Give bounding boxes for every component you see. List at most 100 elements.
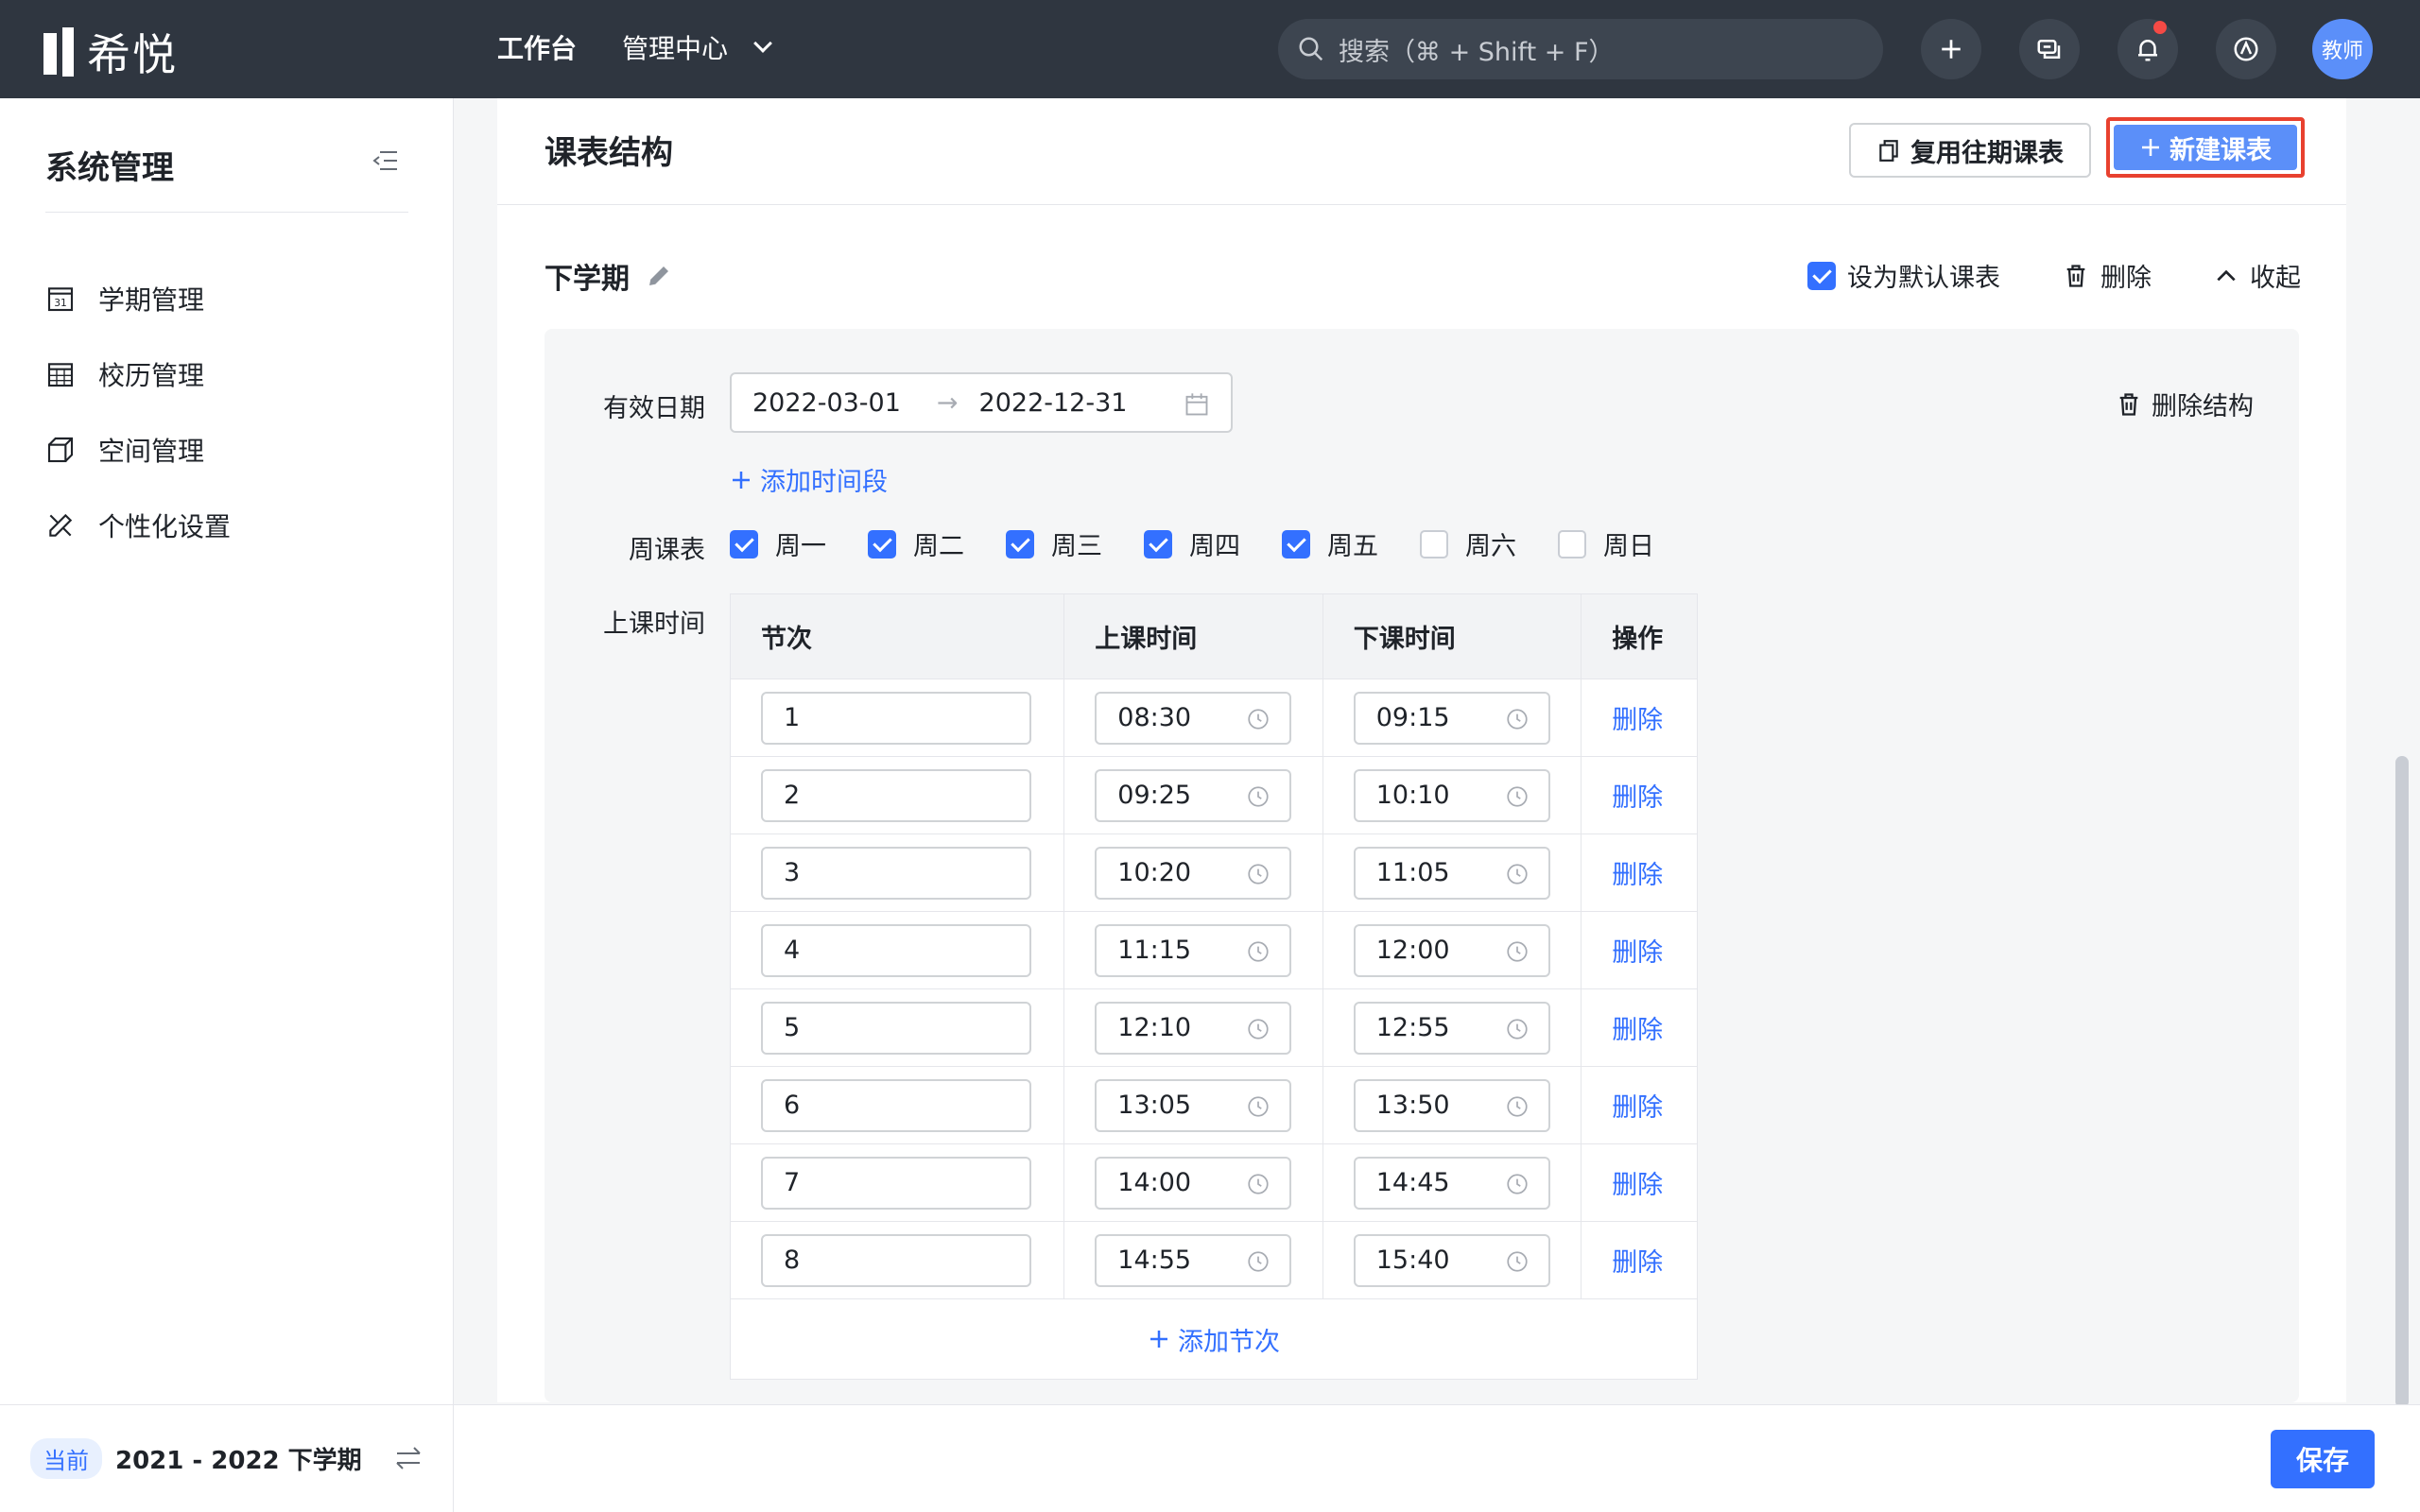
bell-icon: [2138, 40, 2157, 61]
sidebar-item-calendar[interactable]: 校历管理: [45, 336, 231, 412]
plus-icon: [733, 471, 750, 489]
clock-icon: [1248, 708, 1269, 730]
main-scrollbar[interactable]: [2395, 756, 2409, 1408]
add-period-button[interactable]: 添加时间段: [730, 461, 888, 498]
start-time-input[interactable]: 14:55: [1095, 1233, 1292, 1287]
period-number-input[interactable]: 4: [761, 923, 1031, 977]
collapse-sidebar-icon[interactable]: [372, 149, 399, 172]
period-number-input[interactable]: 7: [761, 1156, 1031, 1210]
weekday-mon[interactable]: 周一: [730, 525, 826, 562]
weekday-checkbox[interactable]: [1282, 529, 1310, 558]
start-time-input[interactable]: 08:30: [1095, 691, 1292, 745]
period-number-input[interactable]: 5: [761, 1001, 1031, 1055]
end-time-value: 11:05: [1375, 858, 1450, 887]
period-number: 6: [784, 1091, 801, 1120]
avatar[interactable]: 教师: [2312, 19, 2373, 79]
calendar-grid-icon: [47, 363, 74, 387]
delete-section-button[interactable]: 删除: [2063, 257, 2152, 294]
end-time-input[interactable]: 10:10: [1353, 768, 1550, 822]
delete-row-button[interactable]: 删除: [1612, 699, 1663, 736]
start-time-input[interactable]: 13:05: [1095, 1078, 1292, 1132]
set-default-toggle[interactable]: 设为默认课表: [1807, 257, 2000, 294]
nav-admin-center[interactable]: 管理中心: [622, 28, 772, 66]
sidebar-item-space[interactable]: 空间管理: [45, 412, 231, 488]
end-time-input[interactable]: 12:00: [1353, 923, 1550, 977]
current-tag: 当前: [30, 1438, 102, 1479]
weekday-checkbox[interactable]: [1144, 529, 1172, 558]
end-time-value: 10:10: [1375, 781, 1450, 810]
set-default-checkbox[interactable]: [1807, 261, 1836, 290]
add-period-row-button[interactable]: 添加节次: [1148, 1321, 1280, 1358]
weekday-checkbox[interactable]: [1558, 529, 1586, 558]
search-input[interactable]: 搜索（⌘ + Shift + F）: [1278, 19, 1883, 79]
delete-row-button[interactable]: 删除: [1612, 1087, 1663, 1124]
weekday-wed[interactable]: 周三: [1006, 525, 1102, 562]
end-time-cell: 11:05: [1323, 834, 1582, 911]
app-switch-button[interactable]: [2216, 19, 2276, 79]
weekday-checkbox[interactable]: [730, 529, 758, 558]
weekday-tue[interactable]: 周二: [868, 525, 964, 562]
weekday-fri[interactable]: 周五: [1282, 525, 1378, 562]
start-time-cell: 14:00: [1064, 1144, 1323, 1221]
weekday-thu[interactable]: 周四: [1144, 525, 1240, 562]
add-button[interactable]: [1921, 19, 1981, 79]
period-number-input[interactable]: 3: [761, 846, 1031, 900]
weekday-checkbox[interactable]: [1006, 529, 1034, 558]
period-number: 1: [784, 703, 801, 732]
clock-icon: [1248, 1250, 1269, 1272]
weekday-checkbox[interactable]: [1420, 529, 1448, 558]
start-time-input[interactable]: 14:00: [1095, 1156, 1292, 1210]
delete-row-button[interactable]: 删除: [1612, 854, 1663, 891]
start-time-value: 13:05: [1117, 1091, 1192, 1120]
new-schedule-button[interactable]: 新建课表: [2114, 125, 2297, 170]
clock-icon: [1507, 708, 1528, 730]
end-time-input[interactable]: 11:05: [1353, 846, 1550, 900]
edit-pencil-icon[interactable]: [645, 262, 673, 290]
delete-row-button[interactable]: 删除: [1612, 1009, 1663, 1046]
weekday-sun[interactable]: 周日: [1558, 525, 1654, 562]
new-schedule-label: 新建课表: [2169, 135, 2272, 165]
clock-icon: [1248, 940, 1269, 962]
period-cell: 6: [731, 1067, 1065, 1143]
sidebar-menu: 31 学期管理 校历管理 空间管理 个性化设置: [45, 261, 231, 563]
messages-button[interactable]: [2019, 19, 2080, 79]
delete-row-button[interactable]: 删除: [1612, 1164, 1663, 1201]
end-time-input[interactable]: 15:40: [1353, 1233, 1550, 1287]
delete-row-button[interactable]: 删除: [1612, 777, 1663, 814]
collapse-section-button[interactable]: 收起: [2214, 257, 2301, 294]
delete-structure-button[interactable]: 删除结构: [2116, 386, 2254, 422]
delete-row-button[interactable]: 删除: [1612, 1242, 1663, 1279]
period-number-input[interactable]: 8: [761, 1233, 1031, 1287]
start-time-cell: 11:15: [1064, 912, 1323, 988]
swap-icon[interactable]: [393, 1445, 424, 1471]
action-cell: 删除: [1582, 1067, 1697, 1143]
period-number-input[interactable]: 1: [761, 691, 1031, 745]
end-time-cell: 13:50: [1323, 1067, 1582, 1143]
end-time-value: 14:45: [1375, 1168, 1450, 1197]
start-time-value: 10:20: [1117, 858, 1192, 887]
start-time-input[interactable]: 11:15: [1095, 923, 1292, 977]
table-row: 1 08:30 09:15 删除: [731, 679, 1697, 757]
weekday-checkbox[interactable]: [868, 529, 896, 558]
table-row: 2 09:25 10:10 删除: [731, 757, 1697, 834]
period-number-input[interactable]: 2: [761, 768, 1031, 822]
period-number-input[interactable]: 6: [761, 1078, 1031, 1132]
weekday-sat[interactable]: 周六: [1420, 525, 1516, 562]
sidebar-item-term[interactable]: 31 学期管理: [45, 261, 231, 336]
end-time-input[interactable]: 13:50: [1353, 1078, 1550, 1132]
sidebar-item-personalize[interactable]: 个性化设置: [45, 488, 231, 563]
clock-icon: [1507, 1018, 1528, 1040]
end-time-input[interactable]: 14:45: [1353, 1156, 1550, 1210]
start-time-input[interactable]: 09:25: [1095, 768, 1292, 822]
start-time-input[interactable]: 10:20: [1095, 846, 1292, 900]
end-time-input[interactable]: 09:15: [1353, 691, 1550, 745]
nav-workbench[interactable]: 工作台: [497, 28, 577, 66]
date-range-picker[interactable]: 2022-03-01 → 2022-12-31: [730, 372, 1233, 433]
reuse-schedule-button[interactable]: 复用往期课表: [1849, 123, 2091, 178]
end-time-input[interactable]: 12:55: [1353, 1001, 1550, 1055]
notifications-button[interactable]: [2118, 19, 2178, 79]
app-logo[interactable]: 希悦: [43, 21, 178, 83]
start-time-input[interactable]: 12:10: [1095, 1001, 1292, 1055]
save-button[interactable]: 保存: [2271, 1430, 2375, 1488]
delete-row-button[interactable]: 删除: [1612, 932, 1663, 969]
